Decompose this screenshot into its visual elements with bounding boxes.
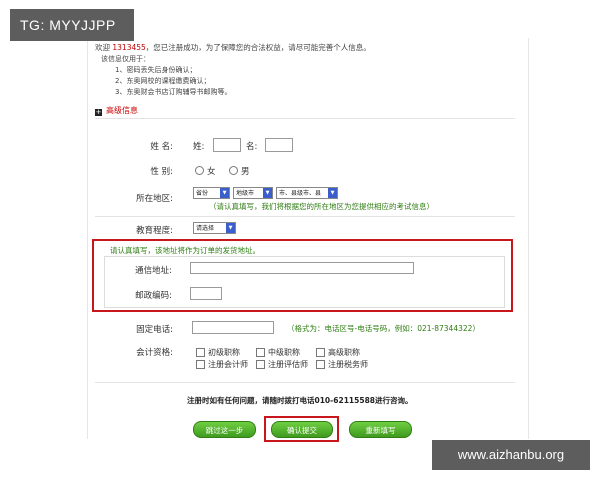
gender-option-female[interactable]: 女 bbox=[195, 165, 216, 177]
chevron-down-icon: ▼ bbox=[220, 188, 229, 198]
reset-button[interactable]: 重新填写 bbox=[349, 421, 412, 438]
watermark-bottom-right: www.aizhanbu.org bbox=[432, 440, 590, 470]
divider bbox=[95, 382, 515, 383]
chevron-down-icon: ▼ bbox=[328, 188, 337, 198]
checkbox-senior[interactable] bbox=[316, 348, 325, 357]
gender-male-label: 男 bbox=[241, 167, 250, 177]
county-select-value: 市、县级市、县 bbox=[279, 190, 322, 197]
submit-button[interactable]: 确认提交 bbox=[271, 421, 333, 438]
welcome-text: 欢迎 1313455，您已注册成功，为了保障您的合法权益，请尽可能完善个人信息。 bbox=[95, 42, 371, 53]
radio-icon[interactable] bbox=[229, 166, 238, 175]
checkbox-appraiser[interactable] bbox=[256, 360, 265, 369]
qualification-option: 注册税务师 bbox=[328, 360, 368, 369]
contact-text: 注册时如有任何问题，请随时拨打电话010-62115588进行咨询。 bbox=[187, 396, 413, 405]
welcome-prefix: 欢迎 bbox=[95, 43, 110, 52]
education-select-value: 请选择 bbox=[196, 225, 215, 232]
address-hint: 请认真填写，该地址将作为订单的发货地址。 bbox=[110, 246, 260, 255]
county-select[interactable]: 市、县级市、县 ▼ bbox=[276, 187, 338, 199]
chevron-down-icon: ▼ bbox=[226, 223, 235, 233]
given-name-input[interactable] bbox=[265, 138, 293, 152]
phone-hint: （格式为：电话区号-电话号码，例如：021-87344322） bbox=[287, 324, 480, 333]
qualification-label: 会计资格: bbox=[136, 348, 173, 358]
city-select-value: 地级市 bbox=[236, 190, 255, 197]
radio-icon[interactable] bbox=[195, 166, 204, 175]
chevron-down-icon: ▼ bbox=[263, 188, 272, 198]
education-label: 教育程度: bbox=[136, 226, 173, 236]
welcome-suffix: ，您已注册成功，为了保障您的合法权益，请尽可能完善个人信息。 bbox=[145, 43, 371, 52]
name-label: 姓 名: bbox=[150, 142, 173, 152]
qualification-option: 注册评估师 bbox=[268, 360, 308, 369]
gender-option-male[interactable]: 男 bbox=[229, 165, 250, 177]
given-name-label: 名: bbox=[246, 142, 258, 152]
address-input[interactable] bbox=[190, 262, 414, 274]
user-number: 1313455 bbox=[112, 43, 146, 52]
watermark-top-left: TG: MYYJJPP bbox=[10, 9, 134, 41]
zip-input[interactable] bbox=[190, 287, 222, 300]
province-select[interactable]: 省份 ▼ bbox=[193, 187, 230, 199]
qualification-option: 中级职称 bbox=[268, 348, 300, 357]
skip-button[interactable]: 跳过这一步 bbox=[193, 421, 256, 438]
notice-item: 3、东奥财会书店订购辅导书邮购等。 bbox=[115, 88, 232, 96]
checkbox-intermediate[interactable] bbox=[256, 348, 265, 357]
city-select[interactable]: 地级市 ▼ bbox=[233, 187, 273, 199]
intro-text: 该信息仅用于： bbox=[101, 55, 150, 63]
address-label: 通信地址: bbox=[135, 266, 172, 276]
divider bbox=[95, 118, 515, 119]
province-select-value: 省份 bbox=[196, 190, 209, 197]
qualification-option: 注册会计师 bbox=[208, 360, 248, 369]
phone-input[interactable] bbox=[192, 321, 274, 334]
gender-female-label: 女 bbox=[207, 167, 216, 177]
region-hint: （请认真填写，我们将根据您的所在地区为您提供相应的考试信息） bbox=[209, 202, 434, 211]
notice-item: 1、密码丢失后身份确认； bbox=[115, 66, 197, 74]
section-title[interactable]: + 高级信息 bbox=[95, 105, 138, 116]
surname-label: 姓: bbox=[193, 142, 205, 152]
checkbox-cpa[interactable] bbox=[196, 360, 205, 369]
zip-label: 邮政编码: bbox=[135, 291, 172, 301]
region-label: 所在地区: bbox=[136, 194, 173, 204]
plus-square-icon: + bbox=[95, 108, 102, 116]
gender-label: 性 别: bbox=[150, 167, 173, 177]
qualification-option: 高级职称 bbox=[328, 348, 360, 357]
section-title-label: 高级信息 bbox=[106, 106, 138, 115]
notice-item: 2、东奥网校的课程缴费确认； bbox=[115, 77, 211, 85]
qualification-option: 初级职称 bbox=[208, 348, 240, 357]
phone-label: 固定电话: bbox=[136, 325, 173, 335]
checkbox-tax-agent[interactable] bbox=[316, 360, 325, 369]
surname-input[interactable] bbox=[213, 138, 241, 152]
education-select[interactable]: 请选择 ▼ bbox=[193, 222, 236, 234]
divider bbox=[95, 216, 515, 217]
checkbox-junior[interactable] bbox=[196, 348, 205, 357]
